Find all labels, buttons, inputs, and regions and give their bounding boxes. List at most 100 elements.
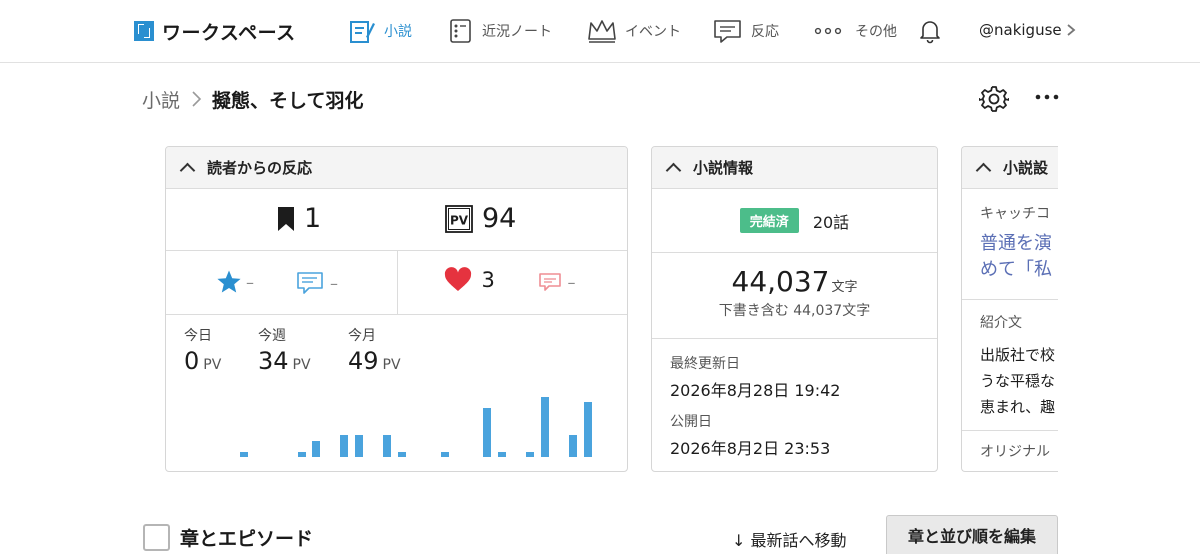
- engagement-row: – – 3 –: [166, 251, 627, 315]
- introduction-line: 出版社で校: [980, 346, 1056, 364]
- pv-bar: [240, 451, 249, 457]
- chevron-up-icon: [179, 162, 196, 179]
- character-count-including-drafts: 下書き含む 44,037文字: [718, 303, 871, 319]
- support-section: 3 –: [396, 251, 628, 314]
- brand-title: ワークスペース: [162, 21, 296, 44]
- nav-item-events[interactable]: イベント: [587, 14, 681, 48]
- bookmark-count: 1: [276, 203, 321, 234]
- introduction-line: うな平穏な: [980, 372, 1056, 390]
- pv-bar: [540, 396, 549, 457]
- nav-label-novels: 小説: [384, 24, 412, 40]
- edit-chapter-order-button[interactable]: 章と並び順を編集: [886, 515, 1058, 554]
- pv-bar: [297, 451, 306, 457]
- top-navigation-bar: ワークスペース 小説 近況ノート イベント 反応 その他 @nakiguse: [0, 0, 1200, 63]
- status-row: 完結済 20話: [652, 189, 937, 253]
- chevron-up-icon: [975, 162, 992, 179]
- pv-bar: [583, 402, 592, 457]
- comment-icon: [538, 273, 561, 291]
- pv-bar: [526, 451, 535, 457]
- notebook-icon: [450, 19, 471, 43]
- pv-today-value: 0: [184, 347, 200, 375]
- star-count: –: [216, 269, 254, 295]
- nav-item-notes[interactable]: 近況ノート: [448, 14, 552, 48]
- character-count-section: 44,037 文字 下書き含む 44,037文字: [652, 253, 937, 339]
- comment-value: –: [567, 272, 576, 292]
- bookmark-value: 1: [304, 203, 322, 234]
- dates-section: 最終更新日 2026年8月28日 19:42 公開日 2026年8月2日 23:…: [652, 339, 937, 459]
- more-options-button[interactable]: [1034, 86, 1060, 112]
- reader-reactions-card: 読者からの反応 1 PV 94 – – 3 – 今日 0 PV 今週 34 PV…: [165, 146, 628, 472]
- episode-count: 20話: [812, 212, 850, 232]
- bell-icon: [920, 21, 940, 44]
- pv-week-label: 今週: [258, 328, 286, 344]
- username: @nakiguse: [979, 21, 1062, 39]
- pv-month-label: 今月: [348, 328, 376, 344]
- novel-info-card: 小説情報 完結済 20話 44,037 文字 下書き含む 44,037文字 最終更…: [651, 146, 938, 472]
- novel-info-header[interactable]: 小説情報: [652, 147, 937, 189]
- catchphrase-text: 普通を演 めて「私: [962, 223, 1058, 283]
- character-count-value: 44,037: [731, 265, 830, 298]
- nav-item-reactions[interactable]: 反応: [713, 14, 779, 48]
- pv-bar: [340, 435, 349, 457]
- pv-today: 今日 0 PV: [184, 325, 221, 375]
- page-title: 擬態、そして羽化: [212, 89, 364, 112]
- pv-month-value: 49: [348, 347, 379, 375]
- nav-item-novels[interactable]: 小説: [348, 14, 412, 48]
- user-menu[interactable]: @nakiguse: [979, 21, 1076, 39]
- nav-item-others[interactable]: その他: [813, 14, 897, 48]
- last-updated-label: 最終更新日: [670, 356, 740, 372]
- pv-month: 今月 49 PV: [348, 325, 401, 375]
- heart-count: 3: [444, 267, 495, 293]
- nav-label-reactions: 反応: [751, 24, 779, 40]
- bookmark-icon: [278, 206, 294, 231]
- daily-pv-bar-chart: [166, 377, 626, 457]
- catchphrase-line: 普通を演: [980, 233, 1052, 254]
- completed-status-badge: 完結済: [739, 208, 799, 233]
- jump-to-latest-link[interactable]: ↓ 最新話へ移動: [732, 527, 847, 551]
- totals-row: 1 PV 94: [166, 189, 627, 251]
- total-pv-value: 94: [482, 203, 517, 234]
- review-icon: [297, 272, 323, 294]
- breadcrumb: 小説 擬態、そして羽化: [142, 86, 363, 112]
- introduction-line: 恵まれ、趣: [980, 398, 1056, 416]
- pv-month-unit: PV: [382, 357, 401, 373]
- novel-info-title: 小説情報: [693, 159, 754, 177]
- published-label: 公開日: [670, 414, 712, 430]
- novel-settings-title: 小説設: [1003, 159, 1049, 177]
- introduction-text: 出版社で校 うな平穏な 恵まれ、趣: [962, 332, 1058, 420]
- catchphrase-label: キャッチコ: [980, 206, 1050, 222]
- pv-week-unit: PV: [292, 357, 311, 373]
- pv-icon: PV: [445, 204, 473, 233]
- pv-stats-section: 今日 0 PV 今週 34 PV 今月 49 PV: [166, 315, 627, 471]
- kakuyomu-logo-icon: [134, 21, 154, 41]
- pv-bar: [311, 440, 320, 457]
- chevron-up-icon: [665, 162, 682, 179]
- pv-bar: [440, 451, 449, 457]
- star-value: –: [246, 272, 254, 292]
- total-pv-count: PV 94: [444, 203, 516, 234]
- svg-text:PV: PV: [450, 213, 469, 227]
- notification-button[interactable]: [918, 18, 942, 48]
- more-dots-icon: [814, 27, 842, 35]
- novel-settings-card: 小説設 キャッチコ 普通を演 めて「私 紹介文 出版社で校 うな平穏な 恵まれ、…: [961, 146, 1058, 472]
- novel-settings-header[interactable]: 小説設: [962, 147, 1058, 189]
- heart-icon: [444, 267, 471, 291]
- star-icon: [217, 270, 241, 293]
- original-label: オリジナル: [980, 444, 1050, 460]
- pv-week: 今週 34 PV: [258, 325, 311, 375]
- reader-reactions-header[interactable]: 読者からの反応: [166, 147, 627, 189]
- pv-today-unit: PV: [203, 357, 222, 373]
- select-all-checkbox[interactable]: [143, 524, 170, 551]
- character-count-unit: 文字: [831, 280, 858, 295]
- breadcrumb-novels-link[interactable]: 小説: [142, 86, 180, 113]
- brand-logo[interactable]: ワークスペース: [134, 20, 296, 44]
- published-value: 2026年8月2日 23:53: [670, 439, 831, 458]
- settings-button[interactable]: [978, 84, 1010, 118]
- pv-today-label: 今日: [184, 328, 212, 344]
- novel-icon: [350, 21, 375, 43]
- pv-bar: [397, 451, 406, 457]
- nav-label-notes: 近況ノート: [482, 24, 552, 40]
- pv-week-value: 34: [258, 347, 289, 375]
- gear-icon: [978, 86, 1010, 112]
- comment-count: –: [538, 271, 576, 293]
